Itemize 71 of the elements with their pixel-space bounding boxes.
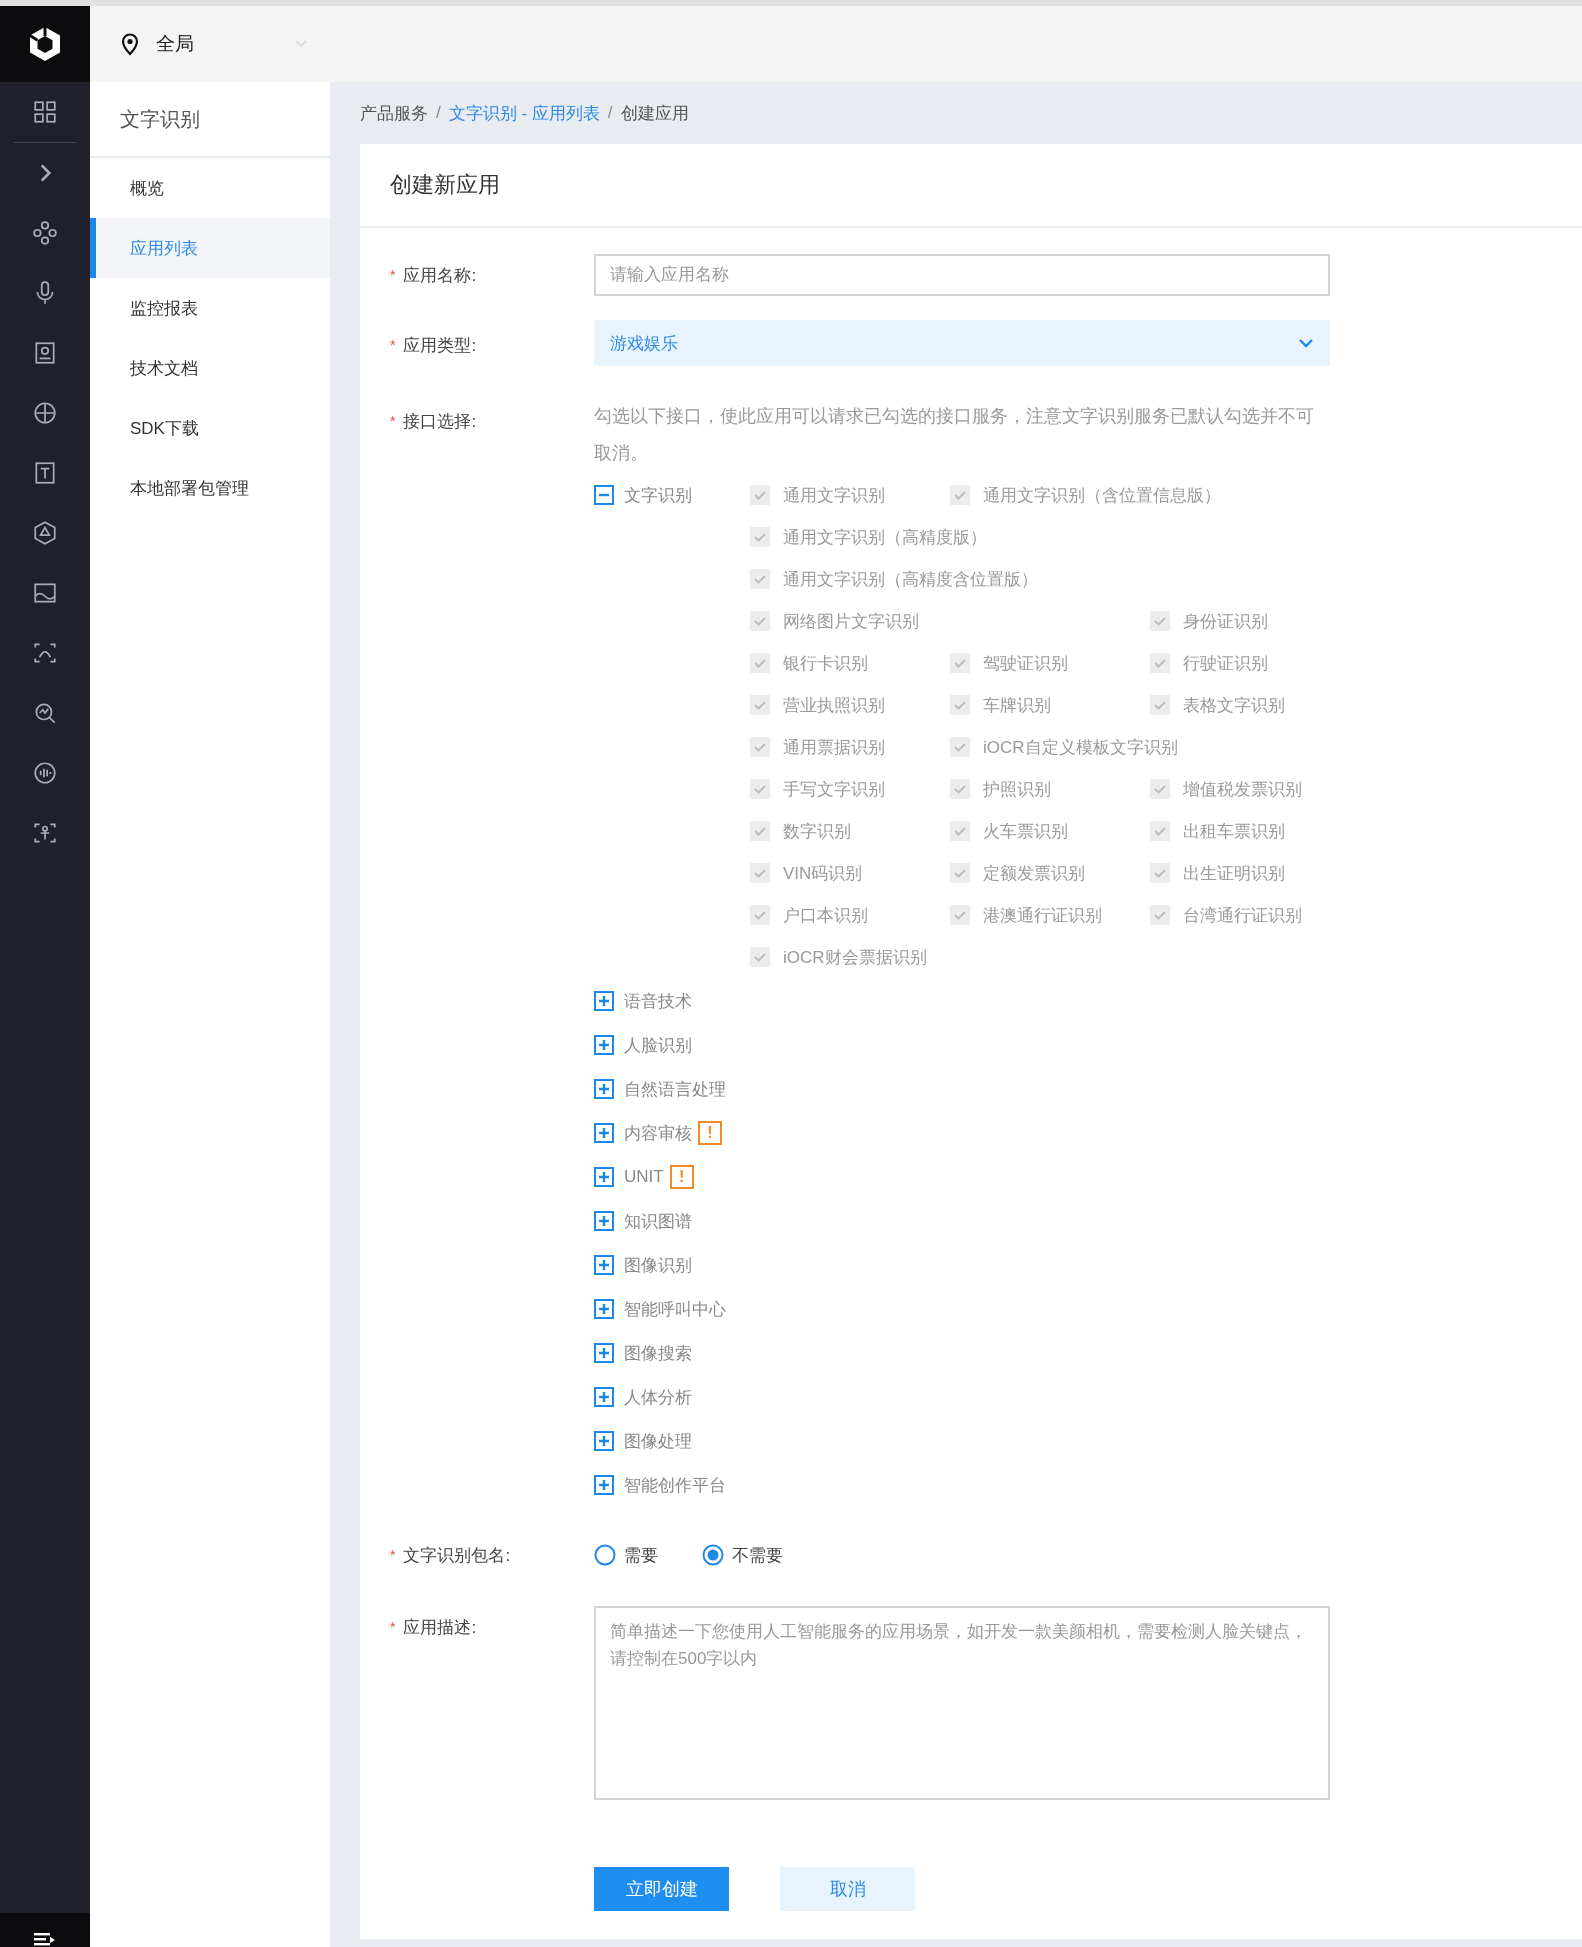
breadcrumb-item: 创建应用 xyxy=(620,102,689,125)
expand-icon[interactable] xyxy=(594,1475,614,1495)
image-icon[interactable] xyxy=(32,580,58,606)
breadcrumb-item: 产品服务 xyxy=(360,102,428,125)
required-mark: * xyxy=(390,413,396,429)
audio-wave-icon[interactable] xyxy=(32,760,58,786)
service-group-toggle[interactable]: 智能呼叫中心 xyxy=(594,1288,750,1330)
sidebar-item[interactable]: 监控报表 xyxy=(90,278,330,338)
field-label: 应用描述: xyxy=(403,1616,477,1639)
expand-icon[interactable] xyxy=(594,1431,614,1451)
interface-hint: 勾选以下接口，使此应用可以请求已勾选的接口服务，注意文字识别服务已默认勾选并不可取消。 xyxy=(594,405,1315,465)
required-mark: * xyxy=(390,337,396,353)
expand-icon[interactable] xyxy=(594,1211,614,1231)
cancel-button[interactable]: 取消 xyxy=(780,1867,915,1911)
service-group-toggle[interactable]: 自然语言处理 xyxy=(594,1068,750,1110)
chevron-down-icon xyxy=(1298,338,1314,348)
sidebar-item[interactable]: SDK下载 xyxy=(90,398,330,458)
sidebar-item[interactable]: 本地部署包管理 xyxy=(90,458,330,518)
warning-badge: ! xyxy=(669,1165,694,1189)
app-name-field[interactable]: 请输入应用名称 xyxy=(594,254,1330,296)
warning-badge: ! xyxy=(698,1121,722,1145)
required-mark: * xyxy=(390,267,396,283)
service-group-toggle[interactable]: 人脸识别 xyxy=(594,1024,750,1066)
grid-icon[interactable] xyxy=(32,99,58,125)
sidebar-item[interactable]: 应用列表 xyxy=(90,218,330,278)
service-group-toggle[interactable]: 图像识别 xyxy=(594,1244,750,1286)
sidebar-title: 文字识别 xyxy=(120,106,200,132)
radio-option[interactable]: 需要 xyxy=(594,1543,658,1567)
collapse-icon[interactable] xyxy=(594,485,614,505)
service-group-toggle[interactable]: 知识图谱 xyxy=(594,1200,750,1242)
expand-icon[interactable] xyxy=(594,1035,614,1055)
app-type-dropdown[interactable]: 游戏娱乐 xyxy=(594,320,1330,366)
field-label: 应用类型: xyxy=(403,334,477,357)
breadcrumb-separator: / xyxy=(436,103,441,123)
expand-icon[interactable] xyxy=(594,991,614,1011)
expand-icon[interactable] xyxy=(594,1079,614,1099)
field-label: 应用名称: xyxy=(403,264,477,287)
sidebar-item[interactable]: 技术文档 xyxy=(90,338,330,398)
expand-icon[interactable] xyxy=(594,1123,614,1143)
service-group-toggle[interactable]: 图像搜索 xyxy=(594,1332,750,1374)
service-group-toggle[interactable]: UNIT ! xyxy=(594,1156,750,1198)
sidebar-item[interactable]: 概览 xyxy=(90,158,330,218)
expand-icon[interactable] xyxy=(594,1343,614,1363)
service-group-toggle[interactable]: 文字识别 xyxy=(594,474,750,516)
region-selector[interactable]: 全局 xyxy=(120,31,308,57)
scan-body-icon[interactable] xyxy=(32,820,58,846)
radio-option[interactable]: 不需要 xyxy=(702,1543,783,1567)
text-icon[interactable] xyxy=(32,460,58,486)
scan-face-icon[interactable] xyxy=(32,640,58,666)
location-pin-icon xyxy=(120,32,140,56)
description-field[interactable]: 简单描述一下您使用人工智能服务的应用场景，如开发一款美颜相机，需要检测人脸关键点，请控制在500字以内 xyxy=(594,1606,1330,1800)
globe-icon[interactable] xyxy=(32,400,58,426)
service-group-toggle[interactable]: 内容审核 ! xyxy=(594,1112,750,1154)
breadcrumb-link[interactable]: 文字识别 - 应用列表 xyxy=(448,101,600,125)
create-button[interactable]: 立即创建 xyxy=(594,1867,729,1911)
required-mark: * xyxy=(390,1547,396,1563)
expand-icon[interactable] xyxy=(594,1167,614,1187)
expand-icon[interactable] xyxy=(594,1299,614,1319)
field-label: 接口选择: xyxy=(403,410,477,433)
service-group-toggle[interactable]: 人体分析 xyxy=(594,1376,750,1418)
service-group-toggle[interactable]: 智能创作平台 xyxy=(594,1464,750,1506)
service-group-toggle[interactable]: 图像处理 xyxy=(594,1420,750,1462)
breadcrumb-separator: / xyxy=(607,103,613,123)
hexagon-icon[interactable] xyxy=(32,520,58,546)
field-label: 文字识别包名: xyxy=(403,1544,511,1567)
expand-icon[interactable] xyxy=(594,1387,614,1407)
nodes-icon[interactable] xyxy=(32,220,58,246)
expand-icon[interactable] xyxy=(594,1255,614,1275)
service-group-toggle[interactable]: 语音技术 xyxy=(594,980,750,1022)
form-title: 创建新应用 xyxy=(390,171,500,199)
required-mark: * xyxy=(390,1619,396,1635)
